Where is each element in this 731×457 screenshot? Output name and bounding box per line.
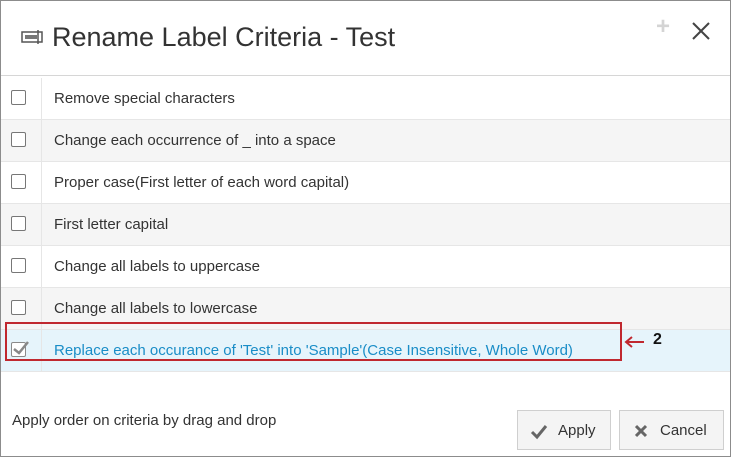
criteria-checkbox[interactable] xyxy=(11,174,26,189)
criteria-label: Change each occurrence of _ into a space xyxy=(54,132,336,149)
criteria-row-proper-case[interactable]: Proper case(First letter of each word ca… xyxy=(1,162,730,204)
close-icon xyxy=(634,424,648,438)
checkbox-cell xyxy=(1,204,42,245)
checkbox-cell xyxy=(1,78,42,119)
criteria-label: Change all labels to lowercase xyxy=(54,300,258,317)
criteria-checkbox[interactable] xyxy=(11,258,26,273)
criteria-label: Remove special characters xyxy=(54,90,235,107)
add-icon[interactable]: + xyxy=(656,15,670,39)
dialog-title: Rename Label Criteria - Test xyxy=(52,22,396,52)
checkbox-cell xyxy=(1,246,42,287)
rename-label-criteria-dialog: Rename Label Criteria - Test + Remove sp… xyxy=(0,0,731,457)
annotation-highlight-box xyxy=(5,322,622,361)
check-icon xyxy=(530,425,548,440)
criteria-label: First letter capital xyxy=(54,216,169,233)
criteria-label: Proper case(First letter of each word ca… xyxy=(54,174,350,191)
criteria-row-uppercase[interactable]: Change all labels to uppercase xyxy=(1,246,730,288)
footer-hint: Apply order on criteria by drag and drop xyxy=(12,412,277,429)
criteria-checkbox[interactable] xyxy=(11,216,26,231)
criteria-checkbox[interactable] xyxy=(11,132,26,147)
apply-button-label: Apply xyxy=(558,422,596,439)
criteria-label: Change all labels to uppercase xyxy=(54,258,260,275)
criteria-row-first-letter-capital[interactable]: First letter capital xyxy=(1,204,730,246)
criteria-row-underscore-to-space[interactable]: Change each occurrence of _ into a space xyxy=(1,120,730,162)
apply-button[interactable]: Apply xyxy=(517,410,611,450)
checkbox-cell xyxy=(1,162,42,203)
cancel-button-label: Cancel xyxy=(660,422,707,439)
annotation-arrow-icon xyxy=(624,336,644,348)
annotation-callout-number: 2 xyxy=(653,331,662,348)
criteria-checkbox[interactable] xyxy=(11,300,26,315)
cancel-button[interactable]: Cancel xyxy=(619,410,724,450)
close-icon[interactable] xyxy=(689,19,713,43)
dialog-header: Rename Label Criteria - Test + xyxy=(1,1,730,76)
checkbox-cell xyxy=(1,120,42,161)
criteria-row-remove-special[interactable]: Remove special characters xyxy=(1,78,730,120)
criteria-checkbox[interactable] xyxy=(11,90,26,105)
rename-label-icon xyxy=(21,30,43,44)
